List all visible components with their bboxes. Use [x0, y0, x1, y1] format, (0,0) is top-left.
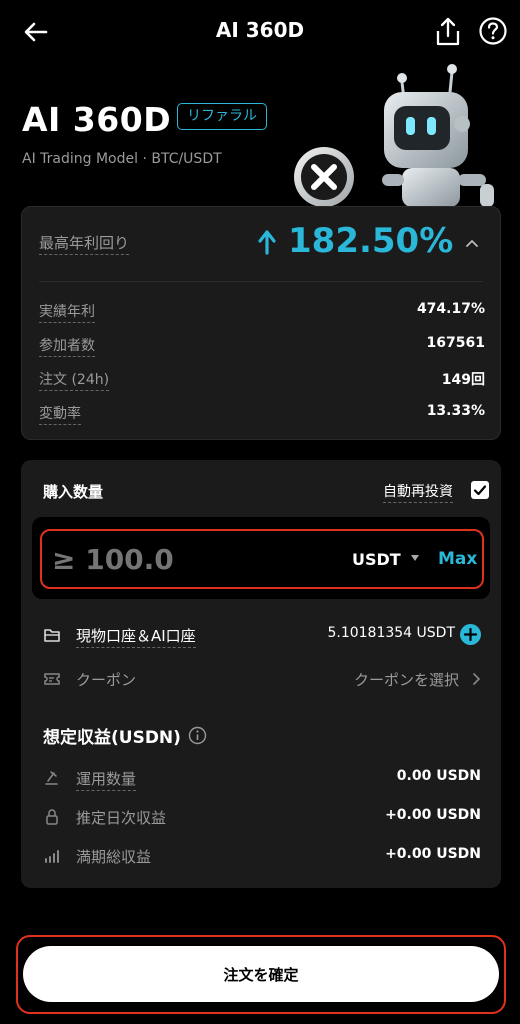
- stat-value: 13.33%: [426, 403, 485, 419]
- max-yield-value: 182.50%: [288, 221, 454, 261]
- stat-row-annual-return: 実績年利 474.17%: [39, 299, 485, 323]
- auto-reinvest-label[interactable]: 自動再投資: [383, 481, 453, 503]
- plus-icon: [463, 627, 478, 642]
- quantity-label: 購入数量: [43, 483, 104, 501]
- order-card: 購入数量 自動再投資 USDT Max 現物口座＆AI口座 5.10181354…: [21, 460, 501, 888]
- coupon-select[interactable]: クーポンを選択: [354, 669, 459, 690]
- stat-value: 149回: [441, 372, 485, 388]
- amount-input-container: USDT Max: [32, 517, 490, 599]
- estimate-row-operating-amount: 運用数量 0.00 USDN: [43, 765, 481, 791]
- lock-icon: [46, 809, 58, 825]
- amount-input-box: USDT Max: [40, 529, 484, 589]
- stat-label: 注文 (24h): [39, 369, 110, 391]
- estimated-yield-title: 想定収益(USDN): [43, 728, 181, 748]
- estimate-value: +0.00 USDN: [385, 807, 481, 823]
- currency-select[interactable]: USDT: [352, 550, 401, 569]
- stat-value: 167561: [426, 335, 485, 351]
- max-button[interactable]: Max: [438, 549, 477, 569]
- ticket-icon: [44, 673, 60, 685]
- estimate-value: +0.00 USDN: [385, 846, 481, 862]
- help-button[interactable]: [478, 16, 508, 46]
- coupon-row[interactable]: クーポン クーポンを選択: [43, 666, 481, 692]
- arrow-up-icon: [258, 230, 276, 255]
- funding-account-row[interactable]: 現物口座＆AI口座 5.10181354 USDT: [43, 622, 481, 648]
- confirm-order-button[interactable]: 注文を確定: [23, 946, 499, 1002]
- auto-reinvest-checkbox[interactable]: [471, 481, 489, 499]
- bot-subtitle: AI Trading Model · BTC/USDT: [22, 151, 222, 167]
- estimate-value: 0.00 USDN: [396, 768, 481, 784]
- stat-label: 参加者数: [39, 335, 95, 357]
- stat-row-participants: 参加者数 167561: [39, 333, 485, 357]
- checkmark-icon: [473, 485, 487, 496]
- account-balance: 5.10181354 USDT: [327, 625, 455, 641]
- estimate-label: 推定日次収益: [76, 809, 167, 827]
- gavel-icon: [45, 771, 58, 785]
- stats-card: 最高年利回り 182.50% 実績年利 474.17% 参加者数 167561 …: [21, 206, 501, 440]
- robot-illustration: [294, 64, 494, 207]
- account-label: 現物口座＆AI口座: [76, 625, 196, 648]
- estimate-label: 運用数量: [76, 768, 137, 791]
- stat-label: 変動率: [39, 403, 81, 425]
- bar-chart-icon: [45, 850, 59, 863]
- estimate-row-daily-return: 推定日次収益 +0.00 USDN: [43, 804, 481, 830]
- coupon-label: クーポン: [76, 671, 137, 689]
- chevron-up-icon[interactable]: [464, 235, 480, 251]
- estimate-row-total-return: 満期総収益 +0.00 USDN: [43, 843, 481, 869]
- amount-input[interactable]: [52, 543, 332, 576]
- caret-down-icon[interactable]: [410, 553, 420, 563]
- stat-row-orders-24h: 注文 (24h) 149回: [39, 367, 485, 391]
- stat-label: 実績年利: [39, 301, 95, 323]
- share-button[interactable]: [434, 16, 462, 48]
- info-icon[interactable]: [188, 726, 207, 745]
- top-bar: AI 360D: [0, 0, 520, 64]
- divider: [39, 281, 483, 282]
- stat-value: 474.17%: [416, 301, 485, 317]
- estimate-label: 満期総収益: [76, 848, 152, 866]
- bot-name: AI 360D: [22, 100, 172, 139]
- question-circle-icon: [479, 17, 507, 45]
- referral-badge: リファラル: [177, 103, 267, 130]
- folder-icon: [44, 629, 60, 642]
- stat-row-volatility: 変動率 13.33%: [39, 401, 485, 425]
- share-upload-icon: [436, 17, 460, 46]
- max-yield-label: 最高年利回り: [39, 232, 130, 255]
- chevron-right-icon: [473, 673, 481, 685]
- add-funds-button[interactable]: [460, 624, 481, 645]
